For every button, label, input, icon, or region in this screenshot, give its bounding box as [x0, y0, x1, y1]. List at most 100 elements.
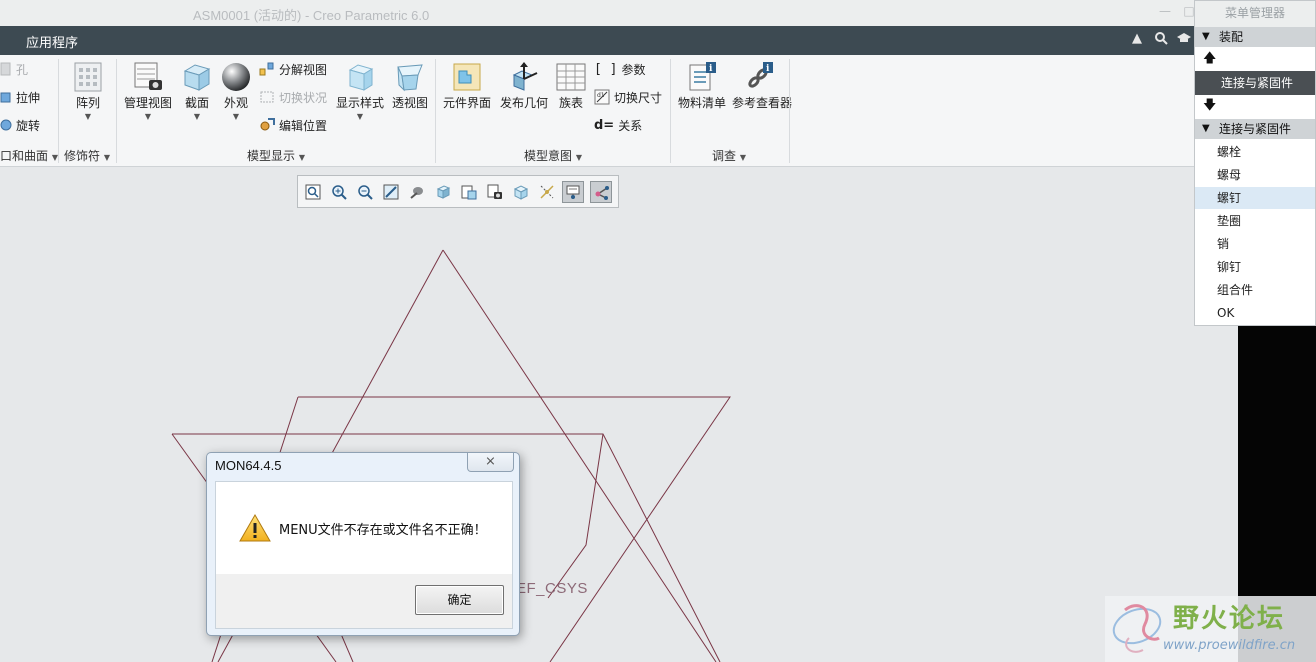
group-divider — [670, 59, 671, 163]
revolve-button[interactable]: 旋转 — [0, 115, 40, 135]
relations-label: 关系 — [618, 118, 643, 133]
menu-header-assembly[interactable]: ▼ 装配 — [1195, 27, 1315, 47]
hole-button[interactable]: 孔 — [0, 59, 28, 79]
revolve-icon — [0, 119, 12, 131]
exploded-view-label: 分解视图 — [279, 62, 328, 77]
learning-icon[interactable] — [1176, 31, 1192, 49]
component-interface-label: 元件界面 — [442, 96, 491, 110]
group-divider — [116, 59, 117, 163]
menu-item-rivet[interactable]: 铆钉 — [1195, 256, 1315, 278]
annotation-display-icon[interactable] — [562, 181, 584, 203]
repaint-icon[interactable] — [380, 181, 402, 203]
datum-display-icon[interactable] — [536, 181, 558, 203]
refit-icon[interactable] — [302, 181, 324, 203]
zoom-in-icon[interactable] — [328, 181, 350, 203]
menu-header-label: 装配 — [1219, 30, 1244, 44]
chevron-down-icon: ▼ — [232, 112, 240, 121]
component-interface-button[interactable]: 元件界面 — [441, 61, 493, 111]
relations-icon: d= — [594, 117, 615, 133]
hole-icon — [0, 62, 11, 76]
group-divider — [58, 59, 59, 163]
menu-item-nut[interactable]: 螺母 — [1195, 164, 1315, 186]
tab-applications[interactable]: 应用程序 — [26, 32, 78, 51]
error-dialog: MON64.4.5 ⨯ MENU文件不存在或文件名不正确！ 确定 — [206, 452, 520, 636]
family-table-icon — [556, 63, 586, 91]
triangle-down-icon: ▼ — [1202, 123, 1210, 134]
bom-button[interactable]: i 物料清单 — [676, 61, 728, 111]
model-display-group-label[interactable]: 模型显示 ▼ — [247, 147, 305, 164]
move-up-row[interactable]: 🡅 — [1195, 48, 1315, 70]
family-table-button[interactable]: 族表 — [555, 61, 587, 111]
publish-geometry-button[interactable]: 发布几何 — [497, 61, 551, 111]
edit-position-icon — [260, 118, 275, 131]
move-down-row[interactable]: 🡇 — [1195, 95, 1315, 117]
edit-position-button[interactable]: 编辑位置 — [259, 115, 327, 135]
pattern-icon — [74, 62, 102, 92]
menu-item-assembly[interactable]: 组合件 — [1195, 279, 1315, 301]
extrude-button[interactable]: 拉伸 — [0, 87, 40, 107]
pattern-button[interactable]: 阵列 ▼ — [68, 61, 108, 123]
window-title: ASM0001 (活动的) - Creo Parametric 6.0 — [193, 8, 430, 23]
family-table-label: 族表 — [558, 96, 583, 110]
named-views-icon[interactable] — [458, 181, 480, 203]
revolve-label: 旋转 — [16, 118, 41, 133]
manage-views-label: 管理视图 — [123, 96, 172, 110]
graphics-toolbar — [297, 175, 619, 208]
appearance-label: 外观 — [223, 96, 248, 110]
section-button[interactable]: 截面 ▼ — [180, 61, 214, 123]
perspective-button[interactable]: 透视图 — [390, 61, 430, 111]
triangle-down-icon: ▼ — [1202, 31, 1210, 42]
section-label: 截面 — [184, 96, 209, 110]
ok-button[interactable]: 确定 — [415, 585, 504, 615]
cut-group-label[interactable]: 切口和曲面 ▼ — [0, 147, 58, 164]
menu-item-screw[interactable]: 螺钉 — [1195, 187, 1315, 209]
model-intent-group-label[interactable]: 模型意图 ▼ — [524, 147, 582, 164]
zoom-out-icon[interactable] — [354, 181, 376, 203]
csys-label: EF_CSYS — [516, 580, 588, 597]
search-icon[interactable] — [1154, 31, 1168, 49]
switch-dimensions-button[interactable]: d1 切换尺寸 — [594, 87, 662, 107]
menu-item-connections-active[interactable]: 连接与紧固件 — [1195, 71, 1315, 95]
menu-item-bolt[interactable]: 螺栓 — [1195, 141, 1315, 163]
parameters-button[interactable]: [ ] 参数 — [594, 59, 646, 79]
perspective-label: 透视图 — [391, 96, 428, 110]
toggle-status-button[interactable]: 切换状况 — [259, 87, 327, 107]
chevron-down-icon: ▼ — [193, 112, 201, 121]
relations-button[interactable]: d= 关系 — [594, 115, 642, 135]
bom-label: 物料清单 — [677, 96, 726, 110]
menu-header-connections[interactable]: ▼ 连接与紧固件 — [1195, 119, 1315, 139]
component-interface-icon — [453, 63, 481, 91]
app-menubar: 应用程序 ▲ — [0, 26, 1196, 55]
minimize-button[interactable]: — — [1156, 4, 1174, 20]
exploded-view-button[interactable]: 分解视图 — [259, 59, 327, 79]
investigate-group-label[interactable]: 调查 ▼ — [712, 147, 746, 164]
csys-display-icon[interactable] — [590, 181, 612, 203]
dialog-close-button[interactable]: ⨯ — [467, 453, 514, 472]
view-manager-icon[interactable] — [484, 181, 506, 203]
manage-views-button[interactable]: 管理视图 ▼ — [122, 61, 174, 123]
svg-text:i: i — [709, 64, 713, 74]
saved-views-icon[interactable] — [432, 181, 454, 203]
svg-text:i: i — [766, 64, 770, 74]
reference-viewer-button[interactable]: i 参考查看器 — [732, 61, 793, 111]
collapse-ribbon-icon[interactable]: ▲ — [1132, 31, 1142, 46]
group-divider — [435, 59, 436, 163]
appearance-button[interactable]: 外观 ▼ — [218, 61, 254, 123]
menu-item-washer[interactable]: 垫圈 — [1195, 210, 1315, 232]
edit-position-label: 编辑位置 — [279, 118, 328, 133]
display-style-button[interactable]: 显示样式 ▼ — [335, 61, 385, 123]
menu-item-pin[interactable]: 销 — [1195, 233, 1315, 255]
reference-viewer-label: 参考查看器 — [732, 96, 793, 110]
publish-geometry-icon — [512, 62, 538, 91]
manage-views-icon — [134, 62, 162, 90]
modifier-group-label[interactable]: 修饰符 ▼ — [64, 147, 110, 164]
graphics-window[interactable] — [0, 168, 1238, 662]
extrude-label: 拉伸 — [16, 90, 41, 105]
display-style-icon[interactable] — [406, 181, 428, 203]
menu-item-ok[interactable]: OK — [1195, 302, 1315, 324]
site-watermark: 野火论坛 www.proewildfire.cn — [1105, 596, 1316, 662]
chevron-down-icon: ▼ — [356, 112, 364, 121]
appearance-sphere-icon — [222, 63, 250, 91]
spin-center-icon[interactable] — [510, 181, 532, 203]
toggle-status-icon — [260, 91, 274, 103]
